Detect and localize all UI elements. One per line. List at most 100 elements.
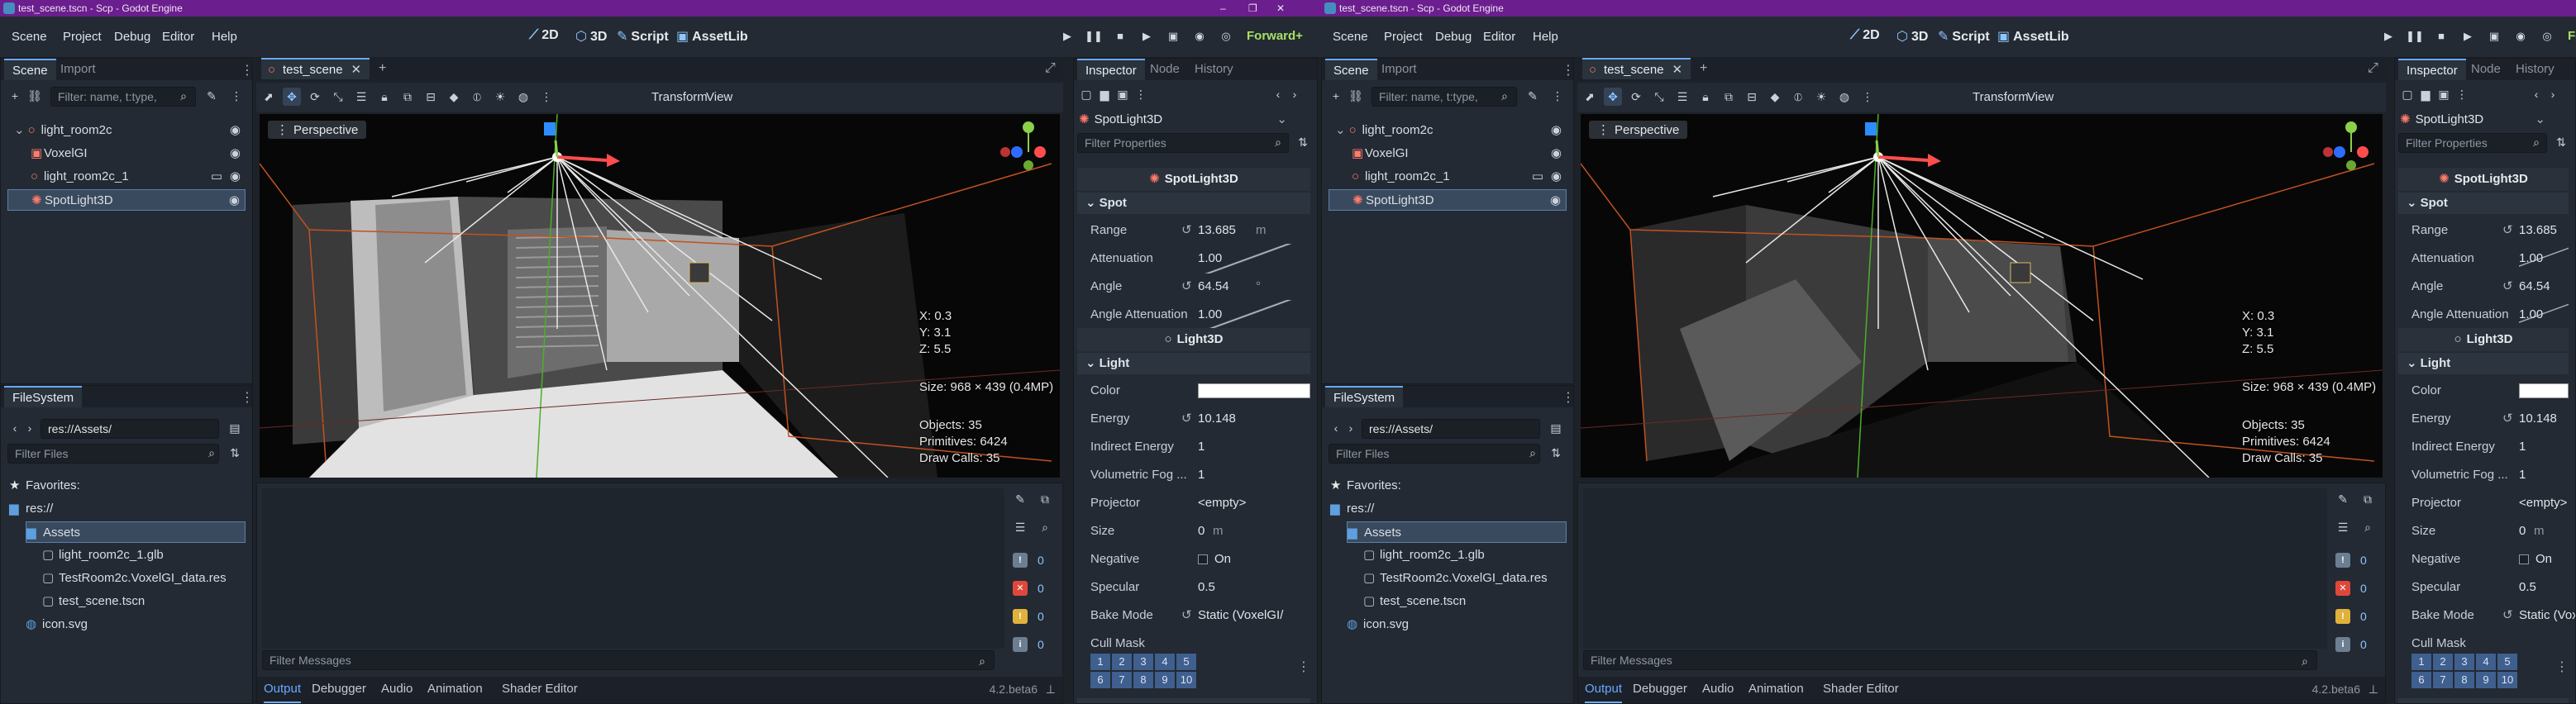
more-icon[interactable]: ⋮ bbox=[1132, 85, 1150, 103]
property-bake-mode[interactable]: Bake Mode ↺Static (Voxe bbox=[2395, 601, 2575, 630]
distraction-free-icon[interactable]: ⤢ bbox=[1045, 61, 1056, 76]
forward-arrow-icon[interactable]: › bbox=[1342, 419, 1360, 437]
cull-layer-8[interactable]: 8 bbox=[1133, 672, 1153, 688]
cull-layer-6[interactable]: 6 bbox=[2411, 672, 2431, 688]
lock-icon[interactable]: 🔒︎ bbox=[1696, 88, 1715, 106]
renderer-select[interactable]: Forward+ bbox=[1247, 29, 1303, 43]
scene-more-icon[interactable]: ⋮ bbox=[227, 87, 246, 105]
select-tool-icon[interactable]: ⬈ bbox=[260, 88, 278, 106]
cull-mask-menu-icon[interactable]: ⋮ bbox=[2555, 659, 2569, 675]
tab-filesystem[interactable]: FileSystem bbox=[4, 386, 83, 407]
3d-viewport[interactable]: ⋮ Perspective X: 0.3 Y: 3.1 Z: 5.5 Size: 968 … bbox=[260, 114, 1060, 478]
scene-tree-item-voxelgi[interactable]: ▣ VoxelGI ◉ bbox=[7, 143, 246, 164]
message-count[interactable]: ! 0 bbox=[2334, 549, 2373, 571]
tab-node[interactable]: Node bbox=[1142, 59, 1188, 80]
cull-layer-3[interactable]: 3 bbox=[1133, 654, 1153, 670]
cull-layer-9[interactable]: 9 bbox=[2476, 672, 2496, 688]
property-energy[interactable]: Energy ↺ 10.148 bbox=[2395, 404, 2575, 434]
property-specular[interactable]: Specular 0.5 bbox=[2395, 573, 2575, 602]
file-item-testroom2c-voxelgi-data-res[interactable]: ▢ TestRoom2c.VoxelGI_data.res bbox=[1363, 568, 1567, 589]
visibility-eye-icon[interactable]: ◉ bbox=[230, 166, 241, 188]
visibility-eye-icon[interactable]: ◉ bbox=[1551, 120, 1562, 141]
property-value[interactable]: 10.148 bbox=[2519, 404, 2557, 434]
editor-msg-count[interactable]: i0 bbox=[1011, 634, 1051, 655]
close-tab-icon[interactable]: ✕ bbox=[1672, 63, 1683, 77]
cull-layer-1[interactable]: 1 bbox=[1090, 654, 1110, 670]
property-angle-attenuation[interactable]: Angle Attenuation1.00 bbox=[1074, 300, 1317, 330]
close-tab-icon[interactable]: ✕ bbox=[351, 63, 362, 77]
revert-icon[interactable]: ↺ bbox=[1181, 272, 1192, 302]
checkbox-icon[interactable] bbox=[2519, 554, 2529, 564]
cull-layer-4[interactable]: 4 bbox=[1155, 654, 1175, 670]
cull-layer-3[interactable]: 3 bbox=[2454, 654, 2474, 670]
open-icon[interactable]: ▆ bbox=[2416, 85, 2435, 103]
cull-layer-4[interactable]: 4 bbox=[2476, 654, 2496, 670]
stop-icon[interactable]: ■ bbox=[1111, 27, 1129, 45]
bottom-tab-shader-editor[interactable]: Shader Editor bbox=[502, 677, 578, 702]
bottom-tab-shader-editor[interactable]: Shader Editor bbox=[1823, 677, 1899, 702]
use-local-space-icon[interactable]: ◆ bbox=[1766, 88, 1784, 106]
property-value[interactable]: 0.5 bbox=[1198, 573, 1215, 602]
play-scene-icon[interactable]: ▶ bbox=[1138, 27, 1156, 45]
sun-icon[interactable]: ☀ bbox=[1812, 88, 1830, 106]
remote-icon[interactable]: ◎ bbox=[2538, 27, 2556, 45]
tab-node[interactable]: Node bbox=[2463, 59, 2509, 80]
property-value[interactable]: 64.54 bbox=[1198, 272, 1229, 302]
snap-icon[interactable]: ⦶ bbox=[468, 88, 486, 106]
bottom-tab-debugger[interactable]: Debugger bbox=[312, 677, 366, 702]
property-value[interactable]: On bbox=[1214, 545, 1231, 574]
file-item-res-[interactable]: ▆ res:// bbox=[1330, 498, 1567, 520]
file-item-assets[interactable]: ▆ Assets bbox=[26, 521, 246, 543]
remote-icon[interactable]: ◎ bbox=[1217, 27, 1235, 45]
property-angle[interactable]: Angle ↺ 64.54 ° bbox=[1074, 272, 1317, 302]
revert-icon[interactable]: ↺ bbox=[2502, 404, 2513, 434]
new-resource-icon[interactable]: ▢ bbox=[1077, 85, 1095, 103]
split-view-icon[interactable]: ▤ bbox=[226, 419, 244, 437]
menu-project[interactable]: Project bbox=[1384, 30, 1423, 44]
visibility-eye-icon[interactable]: ◉ bbox=[1551, 143, 1562, 164]
property-value[interactable]: 0.5 bbox=[2519, 573, 2536, 602]
property-volumetric-fog-[interactable]: Volumetric Fog ... 1 bbox=[1074, 460, 1317, 490]
property-attenuation[interactable]: Attenuation1.00 bbox=[2395, 244, 2575, 274]
add-node-icon[interactable]: + bbox=[6, 87, 24, 105]
menu-view[interactable]: View bbox=[2027, 90, 2054, 104]
property-negative[interactable]: Negative On bbox=[1074, 545, 1317, 574]
film-icon[interactable]: ▭ bbox=[1532, 166, 1543, 188]
tab-scene[interactable]: Scene bbox=[1325, 59, 1377, 80]
bottom-tab-animation[interactable]: Animation bbox=[1748, 677, 1804, 702]
output-filter-input[interactable]: Filter Messages bbox=[262, 650, 995, 670]
file-item-light-room2c-1-glb[interactable]: ▢ light_room2c_1.glb bbox=[42, 545, 246, 566]
property-value[interactable]: 13.685 bbox=[2519, 216, 2557, 245]
use-local-space-icon[interactable]: ◆ bbox=[445, 88, 463, 106]
wrap-icon[interactable]: ☰ bbox=[2334, 518, 2352, 536]
tab-history[interactable]: History bbox=[1186, 59, 1242, 80]
movie-icon[interactable]: ◉ bbox=[1190, 27, 1209, 45]
history-forward-icon[interactable]: › bbox=[2544, 85, 2562, 103]
script-attach-icon[interactable]: ✎ bbox=[1524, 87, 1542, 105]
distraction-free-icon[interactable]: ⤢ bbox=[2368, 61, 2378, 76]
add-node-icon[interactable]: + bbox=[1327, 87, 1345, 105]
main-tab-assetlib[interactable]: ▣ AssetLib bbox=[676, 28, 748, 45]
file-item-assets[interactable]: ▆ Assets bbox=[1347, 521, 1567, 543]
add-scene-tab-icon[interactable]: + bbox=[379, 61, 386, 76]
warning-count[interactable]: ! 0 bbox=[2334, 606, 2373, 627]
more-icon[interactable]: ⋮ bbox=[1858, 88, 1877, 106]
visibility-eye-icon[interactable]: ◉ bbox=[230, 143, 241, 164]
property-bake-mode[interactable]: Bake Mode ↺ Static (VoxelGI/ bbox=[1074, 601, 1317, 630]
color-swatch[interactable] bbox=[1198, 383, 1310, 398]
ruler-icon[interactable]: ⊟ bbox=[422, 88, 440, 106]
menu-editor[interactable]: Editor bbox=[1483, 30, 1515, 44]
section-light[interactable]: ⌄ Light bbox=[2398, 353, 2569, 374]
chevron-down-icon[interactable]: ⌄ bbox=[2535, 110, 2545, 130]
color-swatch[interactable] bbox=[2519, 383, 2569, 398]
property-range[interactable]: Range ↺ 13.685 m bbox=[1074, 216, 1317, 245]
cull-layer-10[interactable]: 10 bbox=[1176, 672, 1196, 688]
bottom-tab-output[interactable]: Output bbox=[264, 677, 302, 703]
property-filter-input[interactable]: Filter Properties bbox=[2398, 133, 2547, 153]
property-value[interactable]: 1 bbox=[1198, 432, 1205, 462]
editor-msg-count[interactable]: i0 bbox=[2334, 634, 2373, 655]
instance-scene-icon[interactable]: ⛓ bbox=[26, 87, 44, 105]
ruler-icon[interactable]: ⊟ bbox=[1743, 88, 1761, 106]
main-tab-script[interactable]: ✎ Script bbox=[617, 28, 669, 45]
cull-mask-menu-icon[interactable]: ⋮ bbox=[1297, 659, 1310, 675]
